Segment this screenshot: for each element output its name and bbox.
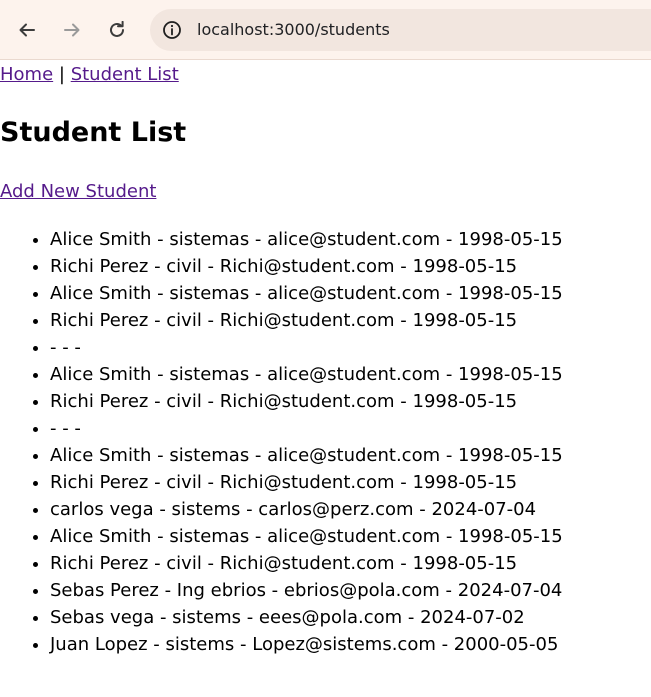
list-item: Alice Smith - sistemas - alice@student.c… xyxy=(50,226,563,253)
student-list: Alice Smith - sistemas - alice@student.c… xyxy=(0,226,563,658)
back-button[interactable] xyxy=(12,15,42,45)
nav-separator: | xyxy=(58,64,65,85)
page-title: Student List xyxy=(0,117,187,148)
arrow-right-icon xyxy=(64,23,80,37)
info-circle-icon xyxy=(163,21,181,39)
list-item: Richi Perez - civil - Richi@student.com … xyxy=(50,469,563,496)
top-nav: Home | Student List xyxy=(0,64,179,86)
list-item: Richi Perez - civil - Richi@student.com … xyxy=(50,253,563,280)
list-item: Alice Smith - sistemas - alice@student.c… xyxy=(50,442,563,469)
address-bar[interactable]: localhost:3000/students xyxy=(150,9,651,51)
list-item: Alice Smith - sistemas - alice@student.c… xyxy=(50,361,563,388)
list-item: Sebas Perez - Ing ebrios - ebrios@pola.c… xyxy=(50,577,563,604)
list-item: Alice Smith - sistemas - alice@student.c… xyxy=(50,280,563,307)
list-item: - - - xyxy=(50,334,563,361)
student-list-link[interactable]: Student List xyxy=(71,64,179,85)
list-item: Juan Lopez - sistems - Lopez@sistems.com… xyxy=(50,631,563,658)
add-new-student-link[interactable]: Add New Student xyxy=(0,181,156,202)
list-item: Alice Smith - sistemas - alice@student.c… xyxy=(50,523,563,550)
url-text[interactable]: localhost:3000/students xyxy=(197,20,390,40)
list-item: Richi Perez - civil - Richi@student.com … xyxy=(50,550,563,577)
list-item: - - - xyxy=(50,415,563,442)
page-content: Home | Student List Student List Add New… xyxy=(0,60,651,697)
list-item: Richi Perez - civil - Richi@student.com … xyxy=(50,307,563,334)
list-item: carlos vega - sistems - carlos@perz.com … xyxy=(50,496,563,523)
reload-button[interactable] xyxy=(102,15,132,45)
list-item: Sebas vega - sistems - eees@pola.com - 2… xyxy=(50,604,563,631)
reload-icon xyxy=(110,21,124,37)
home-link[interactable]: Home xyxy=(0,64,53,85)
browser-toolbar: localhost:3000/students xyxy=(0,0,651,60)
site-info-button[interactable] xyxy=(160,18,184,42)
arrow-left-icon xyxy=(19,23,35,37)
forward-button[interactable] xyxy=(57,15,87,45)
list-item: Richi Perez - civil - Richi@student.com … xyxy=(50,388,563,415)
